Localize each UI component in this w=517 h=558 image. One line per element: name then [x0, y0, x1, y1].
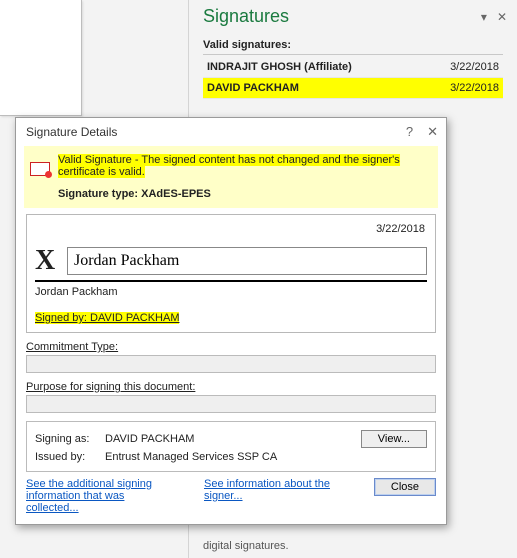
- signature-block-date: 3/22/2018: [35, 221, 427, 245]
- document-page-preview: [0, 0, 82, 116]
- dialog-close-icon[interactable]: ✕: [427, 124, 438, 140]
- panel-title: Signatures: [203, 6, 289, 27]
- purpose-field: [26, 395, 436, 413]
- validity-message: Valid Signature - The signed content has…: [58, 154, 400, 178]
- panel-close-icon[interactable]: ✕: [497, 10, 507, 24]
- signature-type-value: XAdES-EPES: [141, 188, 211, 200]
- signature-details-dialog: Signature Details ? ✕ Valid Signature - …: [15, 117, 447, 525]
- issued-by-value: Entrust Managed Services SSP CA: [105, 451, 427, 463]
- commitment-type-field: [26, 355, 436, 373]
- signature-x-mark: X: [35, 245, 67, 277]
- signature-block: 3/22/2018 X Jordan Packham Signed by: DA…: [26, 214, 436, 333]
- purpose-label: Purpose for signing this document:: [26, 381, 436, 393]
- signing-as-label: Signing as:: [35, 433, 105, 445]
- help-icon[interactable]: ?: [406, 124, 413, 140]
- panel-footer-text: digital signatures.: [203, 540, 503, 552]
- close-button[interactable]: Close: [374, 478, 436, 496]
- signature-name: DAVID PACKHAM: [207, 82, 299, 94]
- validity-banner: Valid Signature - The signed content has…: [24, 146, 438, 208]
- panel-subheader: Valid signatures:: [203, 39, 503, 55]
- issued-by-label: Issued by:: [35, 451, 105, 463]
- signature-type-label: Signature type:: [58, 188, 138, 200]
- additional-info-link[interactable]: See the additional signing information t…: [26, 478, 176, 514]
- signing-as-value: DAVID PACKHAM: [105, 433, 361, 445]
- signer-info-link[interactable]: See information about the signer...: [204, 478, 354, 514]
- view-button[interactable]: View...: [361, 430, 427, 448]
- signer-info-box: Signing as: DAVID PACKHAM View... Issued…: [26, 421, 436, 472]
- signature-date: 3/22/2018: [450, 82, 499, 94]
- signature-row-selected[interactable]: DAVID PACKHAM 3/22/2018: [203, 78, 503, 99]
- dialog-title: Signature Details: [26, 125, 117, 139]
- signature-input[interactable]: [67, 247, 427, 275]
- signature-row[interactable]: INDRAJIT GHOSH (Affiliate) 3/22/2018: [203, 57, 503, 78]
- commitment-type-label: Commitment Type:: [26, 341, 436, 353]
- certificate-icon: [30, 162, 50, 176]
- signed-by-text: Signed by: DAVID PACKHAM: [35, 312, 179, 324]
- panel-options-icon[interactable]: ▾: [481, 10, 487, 24]
- signature-date: 3/22/2018: [450, 61, 499, 73]
- signature-name: INDRAJIT GHOSH (Affiliate): [207, 61, 352, 73]
- printed-name: Jordan Packham: [35, 286, 427, 298]
